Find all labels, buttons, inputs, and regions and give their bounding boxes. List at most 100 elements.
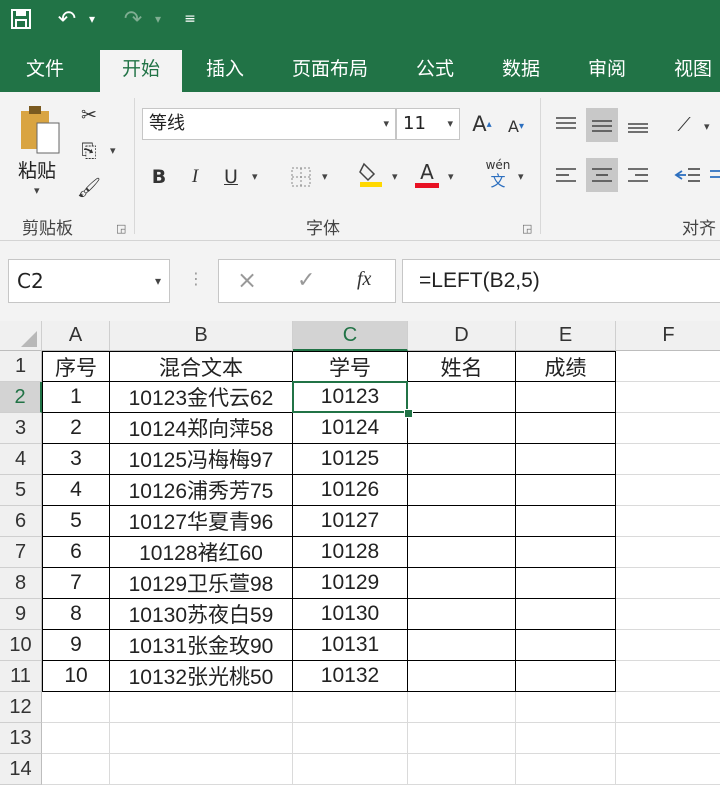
- row-header[interactable]: 3: [0, 413, 42, 444]
- table-cell[interactable]: 4: [42, 475, 110, 506]
- font-size-dropdown-icon[interactable]: ▾: [447, 109, 453, 139]
- table-cell[interactable]: [516, 382, 616, 413]
- table-cell[interactable]: 10123金代云62: [110, 382, 293, 413]
- table-cell[interactable]: [408, 723, 516, 754]
- table-cell[interactable]: 序号: [42, 351, 110, 382]
- table-cell[interactable]: [408, 413, 516, 444]
- table-cell[interactable]: [408, 444, 516, 475]
- table-cell[interactable]: [616, 475, 720, 506]
- table-cell[interactable]: 3: [42, 444, 110, 475]
- table-cell[interactable]: 成绩: [516, 351, 616, 382]
- table-cell[interactable]: [408, 568, 516, 599]
- phonetic-guide-icon[interactable]: wén 文: [482, 158, 514, 192]
- font-name-dropdown-icon[interactable]: ▾: [383, 109, 389, 139]
- fill-color-dropdown-icon[interactable]: ▾: [392, 170, 398, 183]
- paste-dropdown-icon[interactable]: ▾: [34, 184, 40, 197]
- undo-dropdown-icon[interactable]: ▾: [84, 0, 100, 38]
- grow-font-button[interactable]: A ▴: [468, 108, 496, 140]
- table-cell[interactable]: [616, 537, 720, 568]
- column-header-d[interactable]: D: [408, 321, 516, 351]
- table-cell[interactable]: [110, 692, 293, 723]
- table-cell[interactable]: [408, 382, 516, 413]
- table-cell[interactable]: [293, 692, 408, 723]
- underline-dropdown-icon[interactable]: ▾: [252, 170, 258, 183]
- table-cell[interactable]: 10124郑向萍58: [110, 413, 293, 444]
- table-cell[interactable]: [516, 444, 616, 475]
- table-cell[interactable]: [616, 506, 720, 537]
- table-cell[interactable]: [408, 630, 516, 661]
- table-cell[interactable]: [293, 754, 408, 785]
- table-cell[interactable]: [42, 692, 110, 723]
- table-cell[interactable]: 10127: [293, 506, 408, 537]
- table-cell[interactable]: 5: [42, 506, 110, 537]
- table-cell[interactable]: 10131张金玫90: [110, 630, 293, 661]
- row-header[interactable]: 7: [0, 537, 42, 568]
- font-size-box[interactable]: 11 ▾: [396, 108, 460, 140]
- table-cell[interactable]: 10130苏夜白59: [110, 599, 293, 630]
- format-painter-icon[interactable]: 🖌: [74, 172, 104, 202]
- row-header[interactable]: 12: [0, 692, 42, 723]
- align-left-icon[interactable]: [550, 158, 582, 192]
- clipboard-launcher-icon[interactable]: ◲: [116, 222, 126, 235]
- table-cell[interactable]: [408, 475, 516, 506]
- table-cell[interactable]: [616, 599, 720, 630]
- underline-button[interactable]: U: [218, 162, 244, 192]
- font-launcher-icon[interactable]: ◲: [522, 222, 532, 235]
- table-cell[interactable]: [516, 692, 616, 723]
- font-color-button[interactable]: A: [412, 158, 442, 190]
- table-cell[interactable]: 10131: [293, 630, 408, 661]
- table-cell[interactable]: 10125: [293, 444, 408, 475]
- orientation-icon[interactable]: ⟋: [668, 108, 700, 142]
- formula-input[interactable]: =LEFT(B2,5): [402, 259, 720, 303]
- table-cell[interactable]: [516, 754, 616, 785]
- table-cell[interactable]: [516, 630, 616, 661]
- row-header[interactable]: 1: [0, 351, 42, 382]
- increase-indent-icon[interactable]: [708, 162, 720, 192]
- paste-label[interactable]: 粘贴: [18, 156, 56, 183]
- table-cell[interactable]: [616, 382, 720, 413]
- table-cell[interactable]: 混合文本: [110, 351, 293, 382]
- table-cell[interactable]: [516, 661, 616, 692]
- table-cell[interactable]: [408, 754, 516, 785]
- table-cell[interactable]: 学号: [293, 351, 408, 382]
- table-cell[interactable]: [616, 444, 720, 475]
- phonetic-dropdown-icon[interactable]: ▾: [518, 170, 524, 183]
- table-cell[interactable]: 2: [42, 413, 110, 444]
- tab-page-layout[interactable]: 页面布局: [278, 50, 382, 92]
- tab-view[interactable]: 视图: [660, 50, 720, 92]
- table-cell[interactable]: 1: [42, 382, 110, 413]
- table-cell[interactable]: [616, 630, 720, 661]
- table-cell[interactable]: [616, 413, 720, 444]
- tab-data[interactable]: 数据: [488, 50, 554, 92]
- cut-icon[interactable]: ✂: [74, 100, 104, 130]
- table-cell[interactable]: 9: [42, 630, 110, 661]
- name-box[interactable]: C2 ▾: [8, 259, 170, 303]
- table-cell[interactable]: [408, 692, 516, 723]
- table-cell[interactable]: [616, 351, 720, 382]
- column-header-c[interactable]: C: [293, 321, 408, 351]
- table-cell[interactable]: 6: [42, 537, 110, 568]
- orientation-dropdown-icon[interactable]: ▾: [704, 120, 710, 133]
- table-cell[interactable]: 10: [42, 661, 110, 692]
- table-cell[interactable]: [110, 723, 293, 754]
- customize-icon[interactable]: ≡: [180, 0, 200, 38]
- table-cell[interactable]: [516, 413, 616, 444]
- font-name-box[interactable]: 等线 ▾: [142, 108, 396, 140]
- align-bottom-icon[interactable]: [622, 108, 654, 142]
- row-header[interactable]: 5: [0, 475, 42, 506]
- insert-function-icon[interactable]: fx: [357, 268, 371, 291]
- shrink-font-button[interactable]: A ▾: [502, 110, 530, 142]
- cancel-icon[interactable]: ×: [237, 266, 257, 294]
- table-cell[interactable]: 10128: [293, 537, 408, 568]
- align-right-icon[interactable]: [622, 158, 654, 192]
- select-all-button[interactable]: [0, 321, 42, 351]
- table-cell[interactable]: [516, 475, 616, 506]
- row-header[interactable]: 8: [0, 568, 42, 599]
- paste-icon[interactable]: [14, 102, 64, 156]
- table-cell[interactable]: 姓名: [408, 351, 516, 382]
- tab-review[interactable]: 审阅: [574, 50, 640, 92]
- table-cell[interactable]: [42, 754, 110, 785]
- copy-icon[interactable]: ⎘: [74, 136, 104, 166]
- copy-dropdown-icon[interactable]: ▾: [110, 144, 116, 157]
- align-top-icon[interactable]: [550, 108, 582, 142]
